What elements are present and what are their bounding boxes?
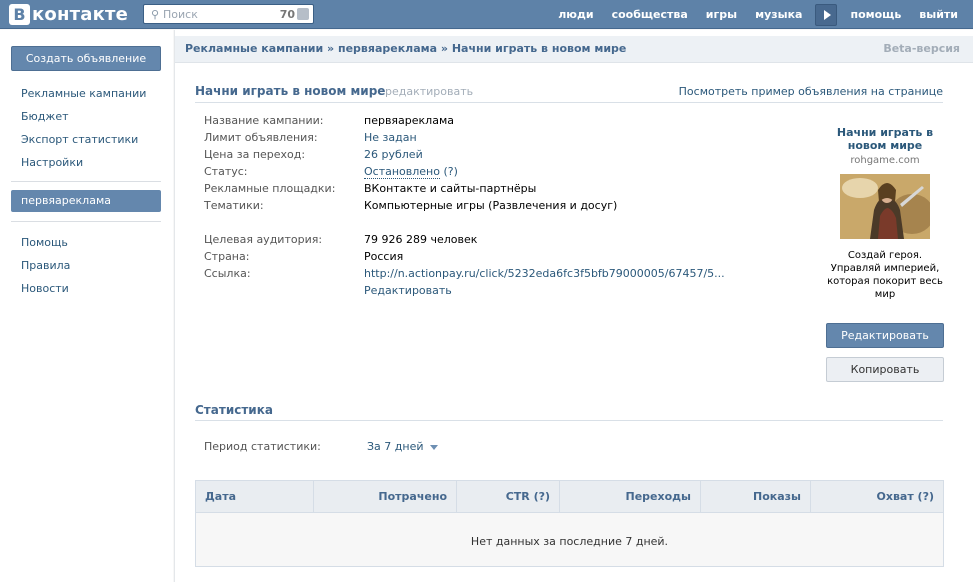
- stats-header: Статистика: [195, 401, 943, 421]
- breadcrumb[interactable]: Рекламные кампании » первяареклама » Нач…: [185, 42, 626, 55]
- preview-image: [840, 174, 930, 239]
- column-spent[interactable]: Потрачено: [314, 481, 457, 512]
- preview-domain: rohgame.com: [850, 155, 920, 166]
- column-views[interactable]: Показы: [701, 481, 811, 512]
- period-label: Период статистики:: [204, 440, 321, 453]
- divider: [11, 181, 161, 182]
- field-value-campaign: первяареклама: [364, 114, 454, 127]
- ad-edit-link[interactable]: редактировать: [385, 85, 473, 98]
- column-reach[interactable]: Охват (?): [811, 481, 943, 512]
- sidebar-item-rules[interactable]: Правила: [21, 259, 70, 272]
- ad-preview[interactable]: Начни играть в новом мире rohgame.com Со…: [826, 126, 944, 301]
- period-value: За 7 дней: [367, 440, 424, 453]
- vk-logo[interactable]: В контакте: [9, 4, 128, 25]
- ad-title: Начни играть в новом мире: [195, 84, 386, 98]
- sidebar-item-campaigns[interactable]: Рекламные кампании: [21, 87, 146, 100]
- status-help-icon[interactable]: (?): [443, 165, 457, 178]
- sidebar-item-news[interactable]: Новости: [21, 282, 69, 295]
- copy-button[interactable]: Копировать: [826, 357, 944, 382]
- field-value-link[interactable]: http://n.actionpay.ru/click/5232eda6fc3f…: [364, 267, 725, 280]
- ad-preview-link[interactable]: Посмотреть пример объявления на странице: [679, 85, 943, 98]
- column-date[interactable]: Дата: [196, 481, 314, 512]
- play-icon[interactable]: [815, 3, 838, 26]
- field-label-platforms: Рекламные площадки:: [204, 182, 336, 195]
- field-label-price: Цена за переход:: [204, 148, 306, 161]
- period-dropdown[interactable]: За 7 дней: [367, 440, 438, 453]
- search-input[interactable]: ⚲ Поиск 70: [143, 4, 314, 24]
- empty-message: Нет данных за последние 7 дней.: [470, 535, 669, 548]
- stats-table: Дата Потрачено CTR (?) Переходы Показы О…: [195, 480, 944, 567]
- field-value-platforms: ВКонтакте и сайты-партнёры: [364, 182, 537, 195]
- field-value-audience: 79 926 289 человек: [364, 233, 478, 246]
- table-header: Дата Потрачено CTR (?) Переходы Показы О…: [196, 481, 943, 513]
- divider: [11, 221, 161, 222]
- top-header: В контакте ⚲ Поиск 70 люди сообщества иг…: [0, 0, 973, 29]
- search-placeholder: Поиск: [163, 7, 198, 21]
- link-edit[interactable]: Редактировать: [364, 284, 452, 297]
- ad-header: Начни играть в новом мире редактировать …: [195, 84, 943, 103]
- field-label-limit: Лимит объявления:: [204, 131, 318, 144]
- nav-communities[interactable]: сообщества: [603, 0, 697, 29]
- field-label-audience: Целевая аудитория:: [204, 233, 323, 246]
- user-icon: [297, 8, 309, 20]
- sidebar-item-settings[interactable]: Настройки: [21, 156, 83, 169]
- sidebar-item-budget[interactable]: Бюджет: [21, 110, 69, 123]
- field-value-limit[interactable]: Не задан: [364, 131, 417, 144]
- main-content: Рекламные кампании » первяареклама » Нач…: [174, 30, 973, 582]
- nav-logout[interactable]: выйти: [910, 0, 967, 29]
- sidebar-item-export[interactable]: Экспорт статистики: [21, 133, 138, 146]
- search-count: 70: [279, 7, 295, 21]
- nav-people[interactable]: люди: [549, 0, 602, 29]
- game-hero-image: [840, 174, 930, 239]
- status-dropdown[interactable]: Остановлено: [364, 165, 440, 179]
- field-label-status: Статус:: [204, 165, 248, 178]
- search-icon: ⚲: [150, 7, 160, 21]
- create-ad-button[interactable]: Создать объявление: [11, 46, 161, 71]
- nav-music[interactable]: музыка: [746, 0, 811, 29]
- field-label-campaign: Название кампании:: [204, 114, 324, 127]
- field-value-status: Остановлено (?): [364, 165, 458, 179]
- edit-button[interactable]: Редактировать: [826, 323, 944, 348]
- sidebar-item-help[interactable]: Помощь: [21, 236, 68, 249]
- sidebar-item-active-campaign[interactable]: первяареклама: [11, 190, 161, 212]
- field-value-price[interactable]: 26 рублей: [364, 148, 423, 161]
- nav-games[interactable]: игры: [697, 0, 746, 29]
- field-value-country: Россия: [364, 250, 404, 263]
- nav-help[interactable]: помощь: [841, 0, 910, 29]
- field-label-country: Страна:: [204, 250, 250, 263]
- vk-logo-icon: В: [9, 4, 30, 25]
- sidebar: Создать объявление Рекламные кампании Бю…: [0, 30, 173, 582]
- column-clicks[interactable]: Переходы: [560, 481, 701, 512]
- stats-title: Статистика: [195, 403, 273, 417]
- top-nav: люди сообщества игры музыка помощь выйти: [549, 0, 967, 29]
- field-label-link: Ссылка:: [204, 267, 251, 280]
- column-ctr[interactable]: CTR (?): [457, 481, 560, 512]
- field-value-topics: Компьютерные игры (Развлечения и досуг): [364, 199, 618, 212]
- preview-description: Создай героя. Управляй империей, которая…: [827, 250, 943, 300]
- beta-label: Beta-версия: [883, 42, 960, 55]
- field-label-topics: Тематики:: [204, 199, 264, 212]
- preview-title: Начни играть в новом мире: [836, 126, 934, 152]
- breadcrumb-bar: Рекламные кампании » первяареклама » Нач…: [175, 36, 973, 63]
- chevron-down-icon: [429, 444, 438, 450]
- vk-logo-text: контакте: [32, 4, 129, 25]
